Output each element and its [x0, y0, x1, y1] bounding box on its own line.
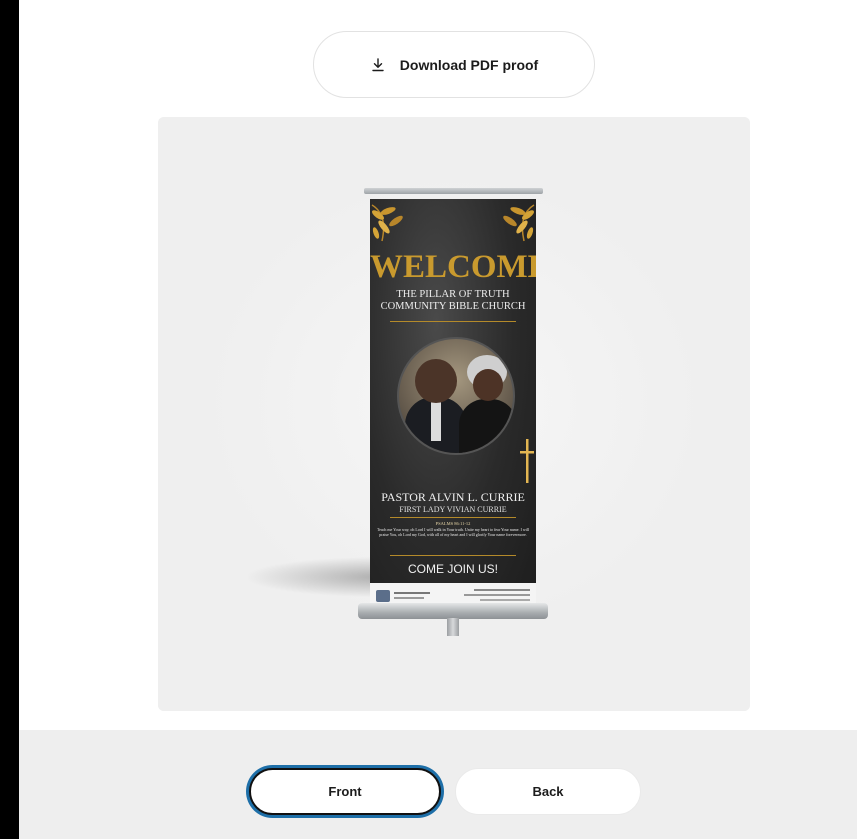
cross-icon	[520, 439, 534, 483]
download-pdf-proof-label: Download PDF proof	[399, 56, 539, 73]
banner-stand-base	[358, 603, 548, 619]
download-icon	[370, 57, 386, 73]
download-pdf-proof-button[interactable]: Download PDF proof	[313, 31, 595, 98]
banner-org-line-2: COMMUNITY BIBLE CHURCH	[380, 301, 526, 312]
banner-divider	[390, 321, 516, 322]
gold-leaves-left-icon	[371, 204, 403, 242]
banner-call-to-action: COME JOIN US!	[407, 562, 498, 576]
banner-couple-photo	[397, 337, 515, 455]
roll-up-banner-artwork: WELCOME THE PILLAR OF TRUTH COMMUNITY BI…	[370, 199, 536, 609]
front-side-button[interactable]: Front	[249, 768, 441, 815]
banner-first-lady-name: FIRST LADY VIVIAN CURRIE	[399, 505, 507, 514]
banner-psalm-reference: PSALMS 86:11-12	[435, 521, 471, 526]
church-logo-icon	[376, 590, 390, 602]
banner-divider	[390, 517, 516, 518]
banner-org-line-1: THE PILLAR OF TRUTH	[396, 289, 510, 300]
banner-heading: WELCOME	[370, 249, 536, 285]
gold-leaves-right-icon	[503, 204, 535, 242]
product-preview: WELCOME THE PILLAR OF TRUTH COMMUNITY BI…	[158, 117, 750, 711]
banner-stand-foot	[447, 618, 459, 636]
banner-pastor-name: PASTOR ALVIN L. CURRIE	[381, 490, 525, 504]
banner-top-rail	[364, 188, 543, 194]
banner-divider	[390, 555, 516, 556]
banner-psalm-text: Teach me Your way, oh Lord I will walk i…	[376, 527, 530, 537]
back-side-button[interactable]: Back	[455, 768, 641, 815]
